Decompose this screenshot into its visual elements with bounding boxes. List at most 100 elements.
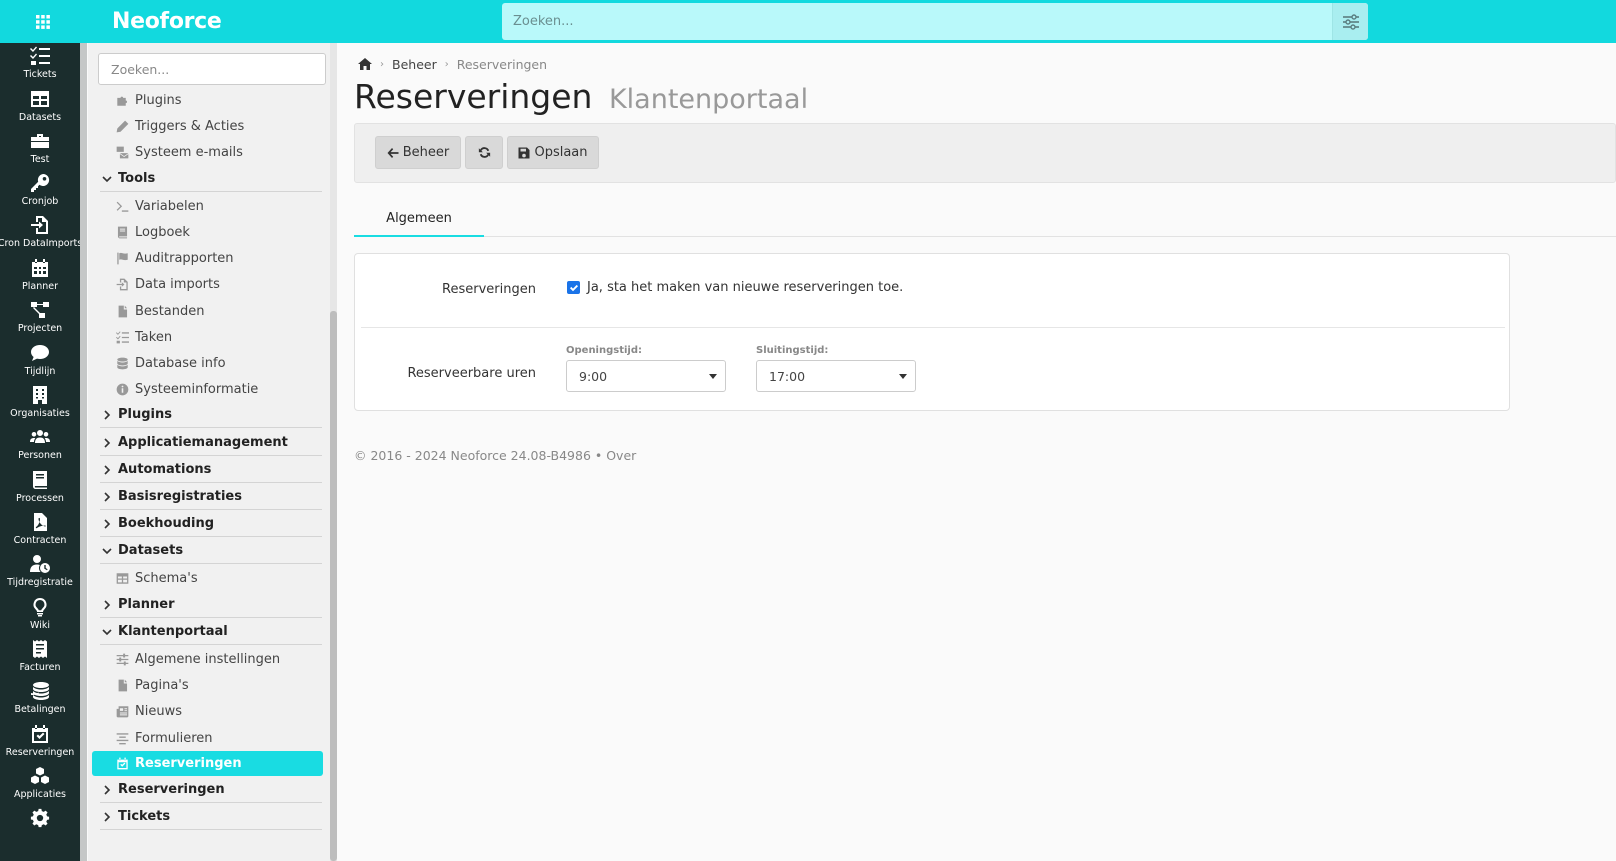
rail-item-contracten[interactable]: Contracten xyxy=(0,509,80,553)
rail-item-label: Betalingen xyxy=(14,704,66,715)
reservations-toggle[interactable]: Ja, sta het maken van nieuwe reservering… xyxy=(567,280,903,295)
tree-item-algemene-instellingen[interactable]: Algemene instellingen xyxy=(116,646,322,672)
reservations-checkbox[interactable] xyxy=(567,281,580,294)
tree-item-pagina-s[interactable]: Pagina's xyxy=(116,672,322,698)
tree-section-basisregistraties[interactable]: Basisregistraties xyxy=(100,484,322,510)
tree-item-nieuws[interactable]: Nieuws xyxy=(116,698,322,724)
rail-item-planner[interactable]: Planner xyxy=(0,255,80,299)
rail-item-applicaties[interactable]: Applicaties xyxy=(0,763,80,807)
tree-item-label: Data imports xyxy=(135,276,220,292)
book-icon xyxy=(33,471,47,489)
building-icon xyxy=(33,386,47,404)
table-icon xyxy=(31,91,49,107)
tree-item-systeem-e-mails[interactable]: Systeem e-mails xyxy=(116,139,322,165)
tree-item-logboek[interactable]: Logboek xyxy=(116,219,322,245)
tree-item-data-imports[interactable]: Data imports xyxy=(116,271,322,297)
rail-item-cron-dataimports[interactable]: Cron DataImports xyxy=(0,212,80,256)
global-search xyxy=(502,3,1368,40)
tab-algemeen[interactable]: Algemeen xyxy=(354,201,484,237)
rail-item-label: Test xyxy=(30,154,50,165)
rail-item-cronjob[interactable]: Cronjob xyxy=(0,170,80,214)
tree-section-plugins[interactable]: Plugins xyxy=(100,402,322,428)
tree-section-datasets[interactable]: Datasets xyxy=(100,538,322,564)
tree-scrollbar-thumb[interactable] xyxy=(330,311,337,861)
save-button[interactable]: Opslaan xyxy=(507,136,599,169)
tree-item-auditrapporten[interactable]: Auditrapporten xyxy=(116,245,322,271)
rail-item-label: Reserveringen xyxy=(5,747,75,758)
tree-item-label: Reserveringen xyxy=(135,756,242,771)
logo-text: Neoforce xyxy=(112,9,222,34)
rail-item-label: Datasets xyxy=(18,112,62,123)
breadcrumb-current: Reserveringen xyxy=(456,56,548,72)
rail-item-betalingen[interactable]: Betalingen xyxy=(0,678,80,722)
rail-scrollbar[interactable] xyxy=(80,43,87,861)
top-bar: Neoforce xyxy=(0,0,1616,43)
tree-section-automations[interactable]: Automations xyxy=(100,457,322,483)
rail-item-tijdlijn[interactable]: Tijdlijn xyxy=(0,340,80,384)
rail-item-personen[interactable]: Personen xyxy=(0,424,80,468)
rail-item-projecten[interactable]: Projecten xyxy=(0,297,80,341)
tree-item-taken[interactable]: Taken xyxy=(116,324,322,350)
tree-item-systeeminformatie[interactable]: Systeeminformatie xyxy=(116,376,322,402)
book-icon xyxy=(117,226,128,238)
rail-item-processen[interactable]: Processen xyxy=(0,467,80,511)
rail-item-tijdregistratie[interactable]: Tijdregistratie xyxy=(0,551,80,595)
global-search-input[interactable] xyxy=(502,3,1330,40)
rail-item-settings[interactable] xyxy=(0,805,80,849)
opening-time-label: Openingstijd: xyxy=(566,345,643,356)
mail-bulk-icon xyxy=(116,146,129,158)
save-button-label: Opslaan xyxy=(534,145,588,160)
rail-item-label: Personen xyxy=(18,450,62,461)
refresh-button[interactable] xyxy=(465,136,503,169)
tab-label: Algemeen xyxy=(386,210,452,226)
card-divider xyxy=(361,327,1505,328)
home-icon[interactable] xyxy=(358,58,372,70)
rail-item-test[interactable]: Test xyxy=(0,128,80,172)
tree-item-triggers-acties[interactable]: Triggers & Acties xyxy=(116,113,322,139)
page-subtitle: Klantenportaal xyxy=(608,84,809,115)
breadcrumb-beheer[interactable]: Beheer xyxy=(392,57,437,72)
chevron-right-icon xyxy=(104,811,111,822)
tree-section-reserveringen[interactable]: Reserveringen xyxy=(100,777,322,803)
rail-item-facturen[interactable]: Facturen xyxy=(0,636,80,680)
tree-section-label: Planner xyxy=(118,597,175,612)
file-import-icon xyxy=(116,278,128,290)
search-filter-button[interactable] xyxy=(1332,3,1368,40)
rail-item-organisaties[interactable]: Organisaties xyxy=(0,382,80,426)
rail-item-label: Facturen xyxy=(19,662,61,673)
tree-item-reserveringen[interactable]: Reserveringen xyxy=(92,751,323,776)
tree-item-variabelen[interactable]: Variabelen xyxy=(116,193,322,219)
rail-item-reserveringen[interactable]: Reserveringen xyxy=(0,721,80,765)
chevron-right-icon xyxy=(104,409,111,420)
tree-scrollbar[interactable] xyxy=(330,43,337,861)
reservations-checkbox-label: Ja, sta het maken van nieuwe reservering… xyxy=(587,280,904,295)
opening-time-select[interactable]: 9:00 xyxy=(566,360,726,392)
rail-item-datasets[interactable]: Datasets xyxy=(0,86,80,130)
main-content: › Beheer › Reserveringen Reserveringen K… xyxy=(340,43,1616,861)
tree-section-klantenportaal[interactable]: Klantenportaal xyxy=(100,619,322,645)
align-center-icon xyxy=(116,732,129,744)
back-button[interactable]: Beheer xyxy=(375,136,461,169)
caret-down-icon xyxy=(899,374,907,379)
tree-section-planner[interactable]: Planner xyxy=(100,592,322,618)
footer-text: © 2016 - 2024 Neoforce 24.08-B4986 • Ove… xyxy=(354,448,637,463)
settings-card: Reserveringen Ja, sta het maken van nieu… xyxy=(354,253,1510,411)
tree-section-label: Boekhouding xyxy=(118,516,215,531)
calendar-check-icon xyxy=(117,757,128,770)
app-grid-button[interactable] xyxy=(0,0,86,43)
tree-item-bestanden[interactable]: Bestanden xyxy=(116,298,322,324)
tree-item-database-info[interactable]: Database info xyxy=(116,350,322,376)
rail-item-tickets[interactable]: Tickets xyxy=(0,43,80,87)
tree-item-formulieren[interactable]: Formulieren xyxy=(116,725,322,751)
opening-time-value: 9:00 xyxy=(579,368,608,384)
tree-section-tools[interactable]: Tools xyxy=(100,166,322,192)
tree-search-input[interactable] xyxy=(99,54,325,84)
tree-section-tickets[interactable]: Tickets xyxy=(100,804,322,830)
closing-time-select[interactable]: 17:00 xyxy=(756,360,916,392)
rail-item-wiki[interactable]: Wiki xyxy=(0,594,80,638)
tree-item-label: Systeem e-mails xyxy=(135,144,243,160)
tree-section-applicatiemanagement[interactable]: Applicatiemanagement xyxy=(100,430,322,456)
neoforce-logo[interactable]: Neoforce xyxy=(112,6,222,37)
tree-section-boekhouding[interactable]: Boekhouding xyxy=(100,511,322,537)
tree-item-schema-s[interactable]: Schema's xyxy=(116,565,322,591)
